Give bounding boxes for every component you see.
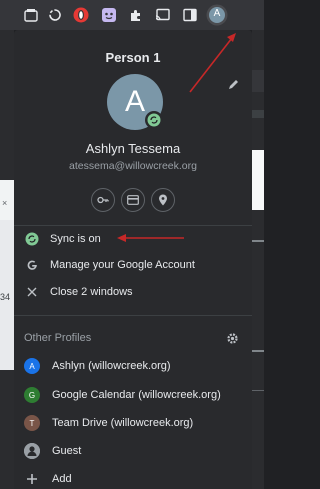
other-profiles-heading: Other Profiles: [24, 332, 92, 344]
profile-item[interactable]: G Google Calendar (willowcreek.org): [14, 382, 252, 408]
toolbar-avatar-letter: A: [213, 8, 221, 19]
manage-account-label: Manage your Google Account: [50, 259, 195, 271]
profile-label: Google Calendar (willowcreek.org): [52, 389, 221, 401]
opera-icon[interactable]: [72, 6, 90, 24]
puzzle-icon[interactable]: [127, 6, 145, 24]
background-close-mark: ×: [2, 198, 8, 208]
browser-toolbar: A: [0, 0, 264, 30]
profile-avatar-icon[interactable]: A: [206, 4, 228, 26]
close-windows-label: Close 2 windows: [50, 286, 133, 298]
avatar: G: [24, 387, 40, 403]
edit-profile-button[interactable]: [226, 76, 242, 92]
guest-profile-item[interactable]: Guest: [14, 438, 252, 464]
sync-badge-icon: [145, 111, 163, 129]
profile-title: Person 1: [105, 50, 161, 65]
manage-account-item[interactable]: Manage your Google Account: [14, 252, 252, 278]
key-icon: [97, 196, 109, 204]
close-windows-item[interactable]: Close 2 windows: [14, 279, 252, 305]
guest-label: Guest: [52, 445, 82, 457]
extension-app-icon[interactable]: [100, 6, 118, 24]
profile-label: Ashlyn (willowcreek.org): [52, 360, 171, 372]
cast-icon[interactable]: [154, 6, 172, 24]
avatar: A: [24, 358, 40, 374]
add-profile-item[interactable]: Add: [14, 466, 252, 489]
user-email: atessema@willowcreek.org: [69, 160, 197, 172]
avatar-letter: A: [124, 85, 145, 118]
payment-methods-button[interactable]: [121, 188, 145, 212]
sync-status-label: Sync is on: [50, 233, 101, 245]
add-profile-label: Add: [52, 473, 72, 485]
avatar: T: [24, 415, 40, 431]
user-name: Ashlyn Tessema: [85, 141, 181, 156]
gear-icon: [226, 332, 238, 344]
background-page-left: × 34: [0, 30, 14, 489]
background-page-right: [252, 30, 264, 489]
passwords-button[interactable]: [91, 188, 115, 212]
location-pin-icon: [159, 194, 167, 206]
profile-item[interactable]: A Ashlyn (willowcreek.org): [14, 353, 252, 379]
addresses-button[interactable]: [151, 188, 175, 212]
tabs-icon[interactable]: [22, 6, 40, 24]
pencil-icon: [229, 80, 238, 89]
sync-status-item[interactable]: Sync is on: [14, 226, 252, 252]
manage-profiles-button[interactable]: [224, 330, 240, 346]
profile-menu: Person 1 A Ashlyn Tessema atessema@willo…: [14, 30, 252, 489]
plus-icon: [24, 471, 40, 487]
divider: [14, 315, 252, 316]
background-number: 34: [0, 292, 11, 302]
side-panel-icon[interactable]: [181, 6, 199, 24]
sync-loop-icon[interactable]: [46, 6, 64, 24]
guest-person-icon: [24, 443, 40, 459]
credit-card-icon: [127, 195, 139, 205]
google-g-icon: [24, 257, 40, 273]
profile-label: Team Drive (willowcreek.org): [52, 417, 194, 429]
profile-item[interactable]: T Team Drive (willowcreek.org): [14, 410, 252, 436]
sync-icon: [24, 231, 40, 247]
close-icon: [24, 284, 40, 300]
